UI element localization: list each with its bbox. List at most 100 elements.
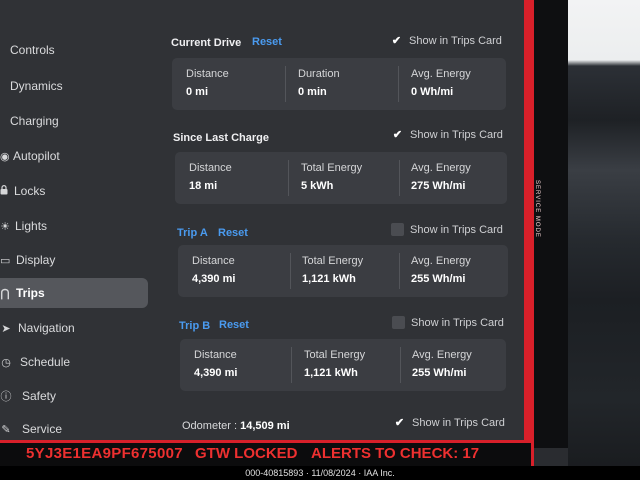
odometer-label: Odometer : xyxy=(182,420,238,432)
since-last-charge-card: Distance 18 mi Total Energy 5 kWh Avg. E… xyxy=(175,152,507,204)
sidebar-item-controls[interactable]: Controls xyxy=(0,36,148,64)
current-drive-show-toggle[interactable]: ✔ Show in Trips Card xyxy=(390,34,502,48)
sidebar-item-label: Schedule xyxy=(20,355,71,369)
sidebar-item-label: Locks xyxy=(14,184,46,198)
odometer-value: 14,509 mi xyxy=(240,420,290,432)
display-icon: ▭ xyxy=(0,254,11,267)
sidebar-item-label: Service xyxy=(22,422,63,436)
since-last-charge-title: Since Last Charge xyxy=(173,132,269,144)
divider xyxy=(290,253,291,289)
odometer: Odometer : 14,509 mi xyxy=(182,420,290,432)
stat-value: 255 Wh/mi xyxy=(412,367,467,379)
show-in-trips-card-label: Show in Trips Card xyxy=(410,223,503,236)
stat-label: Total Energy xyxy=(302,255,364,267)
divider xyxy=(288,160,289,196)
sidebar-item-label: Trips xyxy=(16,286,45,300)
stat-label: Duration xyxy=(298,68,340,80)
sidebar-item-label: Lights xyxy=(15,219,48,233)
light-icon: ☀ xyxy=(0,220,10,233)
clock-icon: ◷ xyxy=(1,356,11,369)
stat-label: Avg. Energy xyxy=(411,68,471,80)
navigation-icon: ➤ xyxy=(1,322,11,335)
stat-label: Avg. Energy xyxy=(412,349,472,361)
divider xyxy=(400,347,401,383)
show-in-trips-card-label: Show in Trips Card xyxy=(410,128,503,141)
sidebar-item-safety[interactable]: ⓘ Safety xyxy=(0,382,148,410)
stat-label: Distance xyxy=(186,68,229,80)
odometer-show-toggle[interactable]: ✔ Show in Trips Card xyxy=(393,416,505,430)
stat-value: 4,390 mi xyxy=(194,367,238,379)
show-in-trips-card-label: Show in Trips Card xyxy=(412,416,505,429)
stat-value: 0 mi xyxy=(186,86,209,98)
sidebar-item-lights[interactable]: ☀ Lights xyxy=(0,212,148,240)
stat-value: 1,121 kWh xyxy=(304,367,358,379)
checkmark-icon[interactable]: ✔ xyxy=(390,34,403,47)
sidebar-item-autopilot[interactable]: ◉ Autopilot xyxy=(0,142,148,170)
touchscreen: Controls Dynamics Charging ◉ Autopilot L… xyxy=(0,0,524,440)
sidebar-item-label: Controls xyxy=(10,43,55,57)
checkmark-icon[interactable]: ✔ xyxy=(391,128,404,141)
sidebar-item-label: Safety xyxy=(22,389,57,403)
checkmark-icon[interactable]: ✔ xyxy=(393,416,406,429)
trip-a-card: Distance 4,390 mi Total Energy 1,121 kWh… xyxy=(178,245,508,297)
stat-value: 0 min xyxy=(298,86,327,98)
trip-a-title: Trip A xyxy=(177,227,208,239)
alerts-status: ALERTS TO CHECK: 17 xyxy=(311,445,480,462)
sidebar-item-navigation[interactable]: ➤ Navigation xyxy=(0,314,148,342)
trip-b-card: Distance 4,390 mi Total Energy 1,121 kWh… xyxy=(180,339,506,391)
sidebar-item-label: Display xyxy=(16,253,56,267)
sidebar-item-display[interactable]: ▭ Display xyxy=(0,246,148,274)
sidebar-item-trips[interactable]: ⋂ Trips xyxy=(0,278,148,308)
stat-value: 4,390 mi xyxy=(192,273,236,285)
image-caption: 000-40815893 · 11/08/2024 · IAA Inc. xyxy=(245,468,395,478)
checkbox-icon[interactable] xyxy=(391,223,404,236)
photo-background xyxy=(568,0,640,480)
trip-b-show-toggle[interactable]: Show in Trips Card xyxy=(392,316,504,329)
divider xyxy=(291,347,292,383)
trip-b-reset-button[interactable]: Reset xyxy=(219,319,249,331)
gtw-status: GTW LOCKED xyxy=(195,445,298,462)
stat-label: Total Energy xyxy=(301,162,363,174)
since-last-charge-show-toggle[interactable]: ✔ Show in Trips Card xyxy=(391,128,503,142)
steering-wheel-icon: ◉ xyxy=(0,150,10,163)
stat-label: Distance xyxy=(189,162,232,174)
stat-label: Total Energy xyxy=(304,349,366,361)
safety-icon: ⓘ xyxy=(0,391,12,403)
show-in-trips-card-label: Show in Trips Card xyxy=(411,316,504,329)
vin-text: 5YJ3E1EA9PF675007 xyxy=(26,445,183,462)
current-drive-reset-button[interactable]: Reset xyxy=(252,36,282,48)
show-in-trips-card-label: Show in Trips Card xyxy=(409,34,502,47)
stat-value: 255 Wh/mi xyxy=(411,273,466,285)
divider xyxy=(399,160,400,196)
sidebar-item-service[interactable]: ✎ Service xyxy=(0,415,148,440)
stat-value: 1,121 kWh xyxy=(302,273,356,285)
stat-label: Distance xyxy=(192,255,235,267)
stat-value: 0 Wh/mi xyxy=(411,86,454,98)
stat-value: 18 mi xyxy=(189,180,218,192)
trip-a-show-toggle[interactable]: Show in Trips Card xyxy=(391,223,503,236)
service-mode-label: SERVICE MODE xyxy=(534,180,540,238)
sidebar-item-schedule[interactable]: ◷ Schedule xyxy=(0,348,148,376)
divider xyxy=(398,66,399,102)
sidebar-item-dynamics[interactable]: Dynamics xyxy=(0,72,148,100)
stat-label: Avg. Energy xyxy=(411,162,471,174)
wrench-icon: ✎ xyxy=(1,423,11,436)
sidebar-item-charging[interactable]: Charging xyxy=(0,107,148,135)
stat-value: 275 Wh/mi xyxy=(411,180,466,192)
current-drive-title: Current Drive xyxy=(171,37,242,49)
sidebar-item-label: Navigation xyxy=(18,321,75,335)
divider xyxy=(285,66,286,102)
trip-b-title: Trip B xyxy=(179,320,211,332)
stat-label: Avg. Energy xyxy=(411,255,471,267)
checkbox-icon[interactable] xyxy=(392,316,405,329)
sidebar-item-label: Charging xyxy=(10,114,59,128)
sidebar-item-label: Dynamics xyxy=(10,79,63,93)
sidebar-item-locks[interactable]: Locks xyxy=(0,177,148,205)
sidebar-item-label: Autopilot xyxy=(13,149,60,163)
stat-label: Distance xyxy=(194,349,237,361)
trips-icon: ⋂ xyxy=(0,287,10,300)
divider xyxy=(399,253,400,289)
stat-value: 5 kWh xyxy=(301,180,334,192)
current-drive-card: Distance 0 mi Duration 0 min Avg. Energy… xyxy=(172,58,506,110)
trip-a-reset-button[interactable]: Reset xyxy=(218,227,248,239)
